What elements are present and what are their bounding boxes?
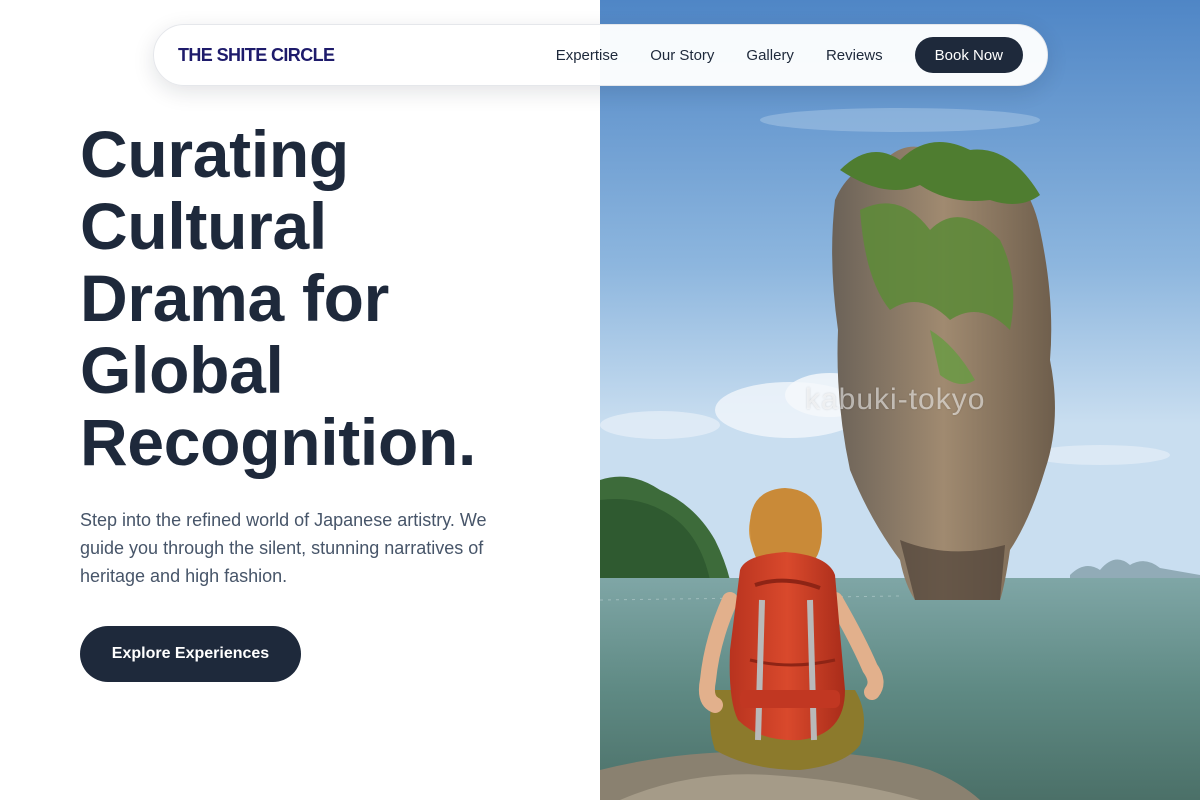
landing-page: kabuki-tokyo THE SHITE CIRCLE Expertise …	[0, 0, 1200, 800]
nav-link-our-story[interactable]: Our Story	[650, 47, 714, 64]
hero-title-line: Drama for	[80, 261, 390, 335]
hero-title-line: Cultural	[80, 189, 327, 263]
hero-title-line: Curating	[80, 117, 349, 191]
nav-link-expertise[interactable]: Expertise	[556, 47, 619, 64]
hero-photo: kabuki-tokyo	[600, 0, 1200, 800]
image-watermark: kabuki-tokyo	[805, 383, 986, 416]
hero-subtitle: Step into the refined world of Japanese …	[80, 510, 487, 586]
brand-logo[interactable]: THE SHITE CIRCLE	[178, 45, 335, 66]
nav-link-gallery[interactable]: Gallery	[746, 47, 794, 64]
hero-title: Curating Cultural Drama for Global Recog…	[80, 118, 580, 478]
explore-experiences-button[interactable]: Explore Experiences	[80, 626, 301, 682]
book-now-button[interactable]: Book Now	[914, 37, 1023, 73]
hero-title-line: Global	[80, 333, 284, 407]
hero-title-line: Recognition.	[80, 405, 477, 479]
nav-links: Expertise Our Story Gallery Reviews Book…	[556, 37, 1023, 73]
top-navbar: THE SHITE CIRCLE Expertise Our Story Gal…	[153, 24, 1048, 86]
hero-section: Curating Cultural Drama for Global Recog…	[80, 118, 580, 590]
nav-link-reviews[interactable]: Reviews	[826, 47, 883, 64]
